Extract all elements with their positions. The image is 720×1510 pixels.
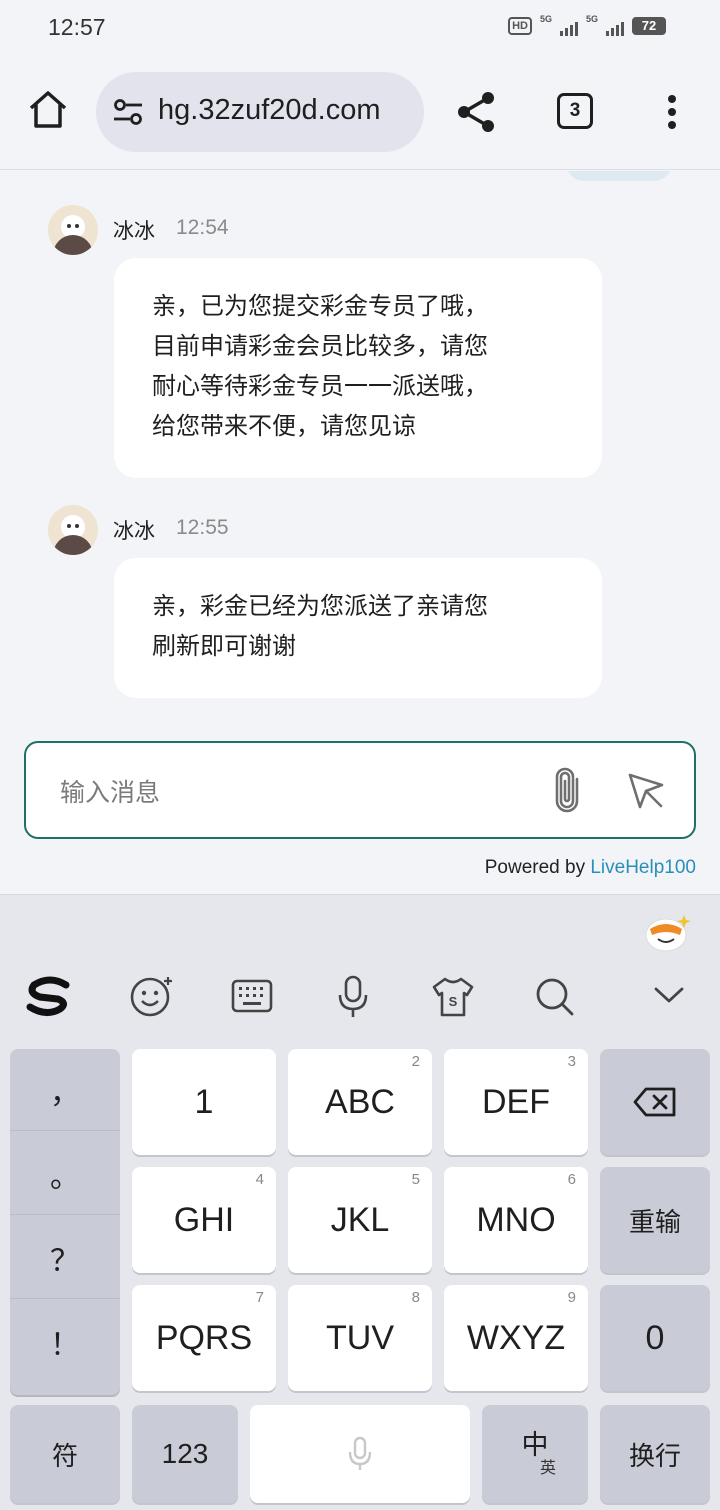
numbers-key[interactable]: 123 [132,1405,238,1503]
message-bubble: 亲，已为您提交彩金专员了哦， 目前申请彩金会员比较多，请您 耐心等待彩金专员一一派送… [114,258,602,478]
mascot-icon[interactable] [644,911,692,953]
share-icon [458,92,494,132]
punctuation-column[interactable]: ， 。 ？ ！ [10,1049,120,1395]
sender-name: 冰冰 [113,519,155,543]
battery-icon: 72 [632,17,666,35]
previous-message-bubble [566,171,672,181]
key-def[interactable]: DEF 3 [444,1049,588,1155]
punct-key[interactable]: ？ [10,1217,120,1299]
browser-toolbar: hg.32zuf20d.com 3 [0,58,720,170]
keyboard-toolbar: S [0,965,720,1027]
microphone-icon [348,1436,372,1470]
attach-icon[interactable] [550,767,584,815]
key-pqrs[interactable]: PQRS 7 [132,1285,276,1391]
status-bar: 12:57 HD 5G 5G 72 [0,0,720,58]
signal-icon: 5G [540,14,578,36]
chat-area[interactable]: 冰冰 12:54 亲，已为您提交彩金专员了哦， 目前申请彩金会员比较多，请您 耐心等… [0,171,720,893]
punct-key[interactable]: ！ [10,1301,120,1383]
home-button[interactable] [26,88,70,132]
hd-icon: HD [508,17,532,35]
more-menu-button[interactable] [660,94,684,130]
message-text: 亲，已为您提交彩金专员了哦， 目前申请彩金会员比较多，请您 耐心等待彩金专员一一派送… [152,286,582,446]
message-time: 12:54 [176,216,229,239]
message-line: 目前申请彩金会员比较多，请您 [152,332,488,360]
ime-keyboard: S ， 。 ？ ！ 1 ABC 2 DEF 3 GHI 4 JKL 5 MNO 6 重输 … [0,894,720,1510]
skin-shirt-icon[interactable]: S [430,973,476,1019]
home-icon [29,91,67,128]
sender-name: 冰冰 [113,219,155,243]
punct-key[interactable]: ， [10,1049,120,1131]
message-line: 给您带来不便，请您见谅 [152,412,416,440]
chevron-down-icon[interactable] [646,973,692,1019]
status-time: 12:57 [48,14,106,40]
status-icons: HD 5G 5G 72 [508,14,666,36]
backspace-key[interactable] [600,1049,710,1155]
symbols-key[interactable]: 符 [10,1405,120,1503]
url-text[interactable]: hg.32zuf20d.com [158,94,380,127]
livehelp-link[interactable]: LiveHelp100 [590,857,696,878]
address-bar[interactable]: hg.32zuf20d.com [96,72,424,152]
key-0[interactable]: 0 [600,1285,710,1391]
search-icon[interactable] [531,973,577,1019]
punct-key[interactable]: 。 [10,1133,120,1215]
signal-icon-2: 5G [586,14,624,36]
message-time: 12:55 [176,516,229,539]
message-line: 亲，已为您提交彩金专员了哦， [152,292,488,320]
language-toggle-key[interactable]: 中 英 [482,1405,588,1503]
svg-text:S: S [449,994,458,1009]
space-key[interactable] [250,1405,470,1503]
message-line: 耐心等待彩金专员一一派送哦， [152,372,488,400]
key-tuv[interactable]: TUV 8 [288,1285,432,1391]
message-line: 亲，彩金已经为您派送了亲请您 [152,592,488,620]
enter-key[interactable]: 换行 [600,1405,710,1503]
message-text: 亲，彩金已经为您派送了亲请您 刷新即可谢谢 [152,586,582,666]
tab-switcher-button[interactable]: 3 [557,93,593,129]
more-vert-icon [668,95,676,129]
key-mno[interactable]: MNO 6 [444,1167,588,1273]
message-input-placeholder[interactable]: 输入消息 [60,773,160,809]
avatar [48,205,98,255]
send-icon[interactable] [626,771,666,811]
key-abc[interactable]: ABC 2 [288,1049,432,1155]
microphone-icon[interactable] [330,973,376,1019]
keyboard-icon[interactable] [229,973,275,1019]
powered-by: Powered by LiveHelp100 [484,857,696,878]
reinput-key[interactable]: 重输 [600,1167,710,1273]
avatar [48,505,98,555]
message-input[interactable]: 输入消息 [24,741,696,839]
key-jkl[interactable]: JKL 5 [288,1167,432,1273]
key-ghi[interactable]: GHI 4 [132,1167,276,1273]
sogou-logo-icon[interactable] [26,973,72,1019]
backspace-icon [633,1087,676,1117]
message-line: 刷新即可谢谢 [152,632,296,660]
site-settings-icon[interactable] [112,98,144,126]
share-button[interactable] [456,90,498,134]
key-1[interactable]: 1 [132,1049,276,1155]
key-wxyz[interactable]: WXYZ 9 [444,1285,588,1391]
message-bubble: 亲，彩金已经为您派送了亲请您 刷新即可谢谢 [114,558,602,698]
emoji-icon[interactable] [128,973,174,1019]
